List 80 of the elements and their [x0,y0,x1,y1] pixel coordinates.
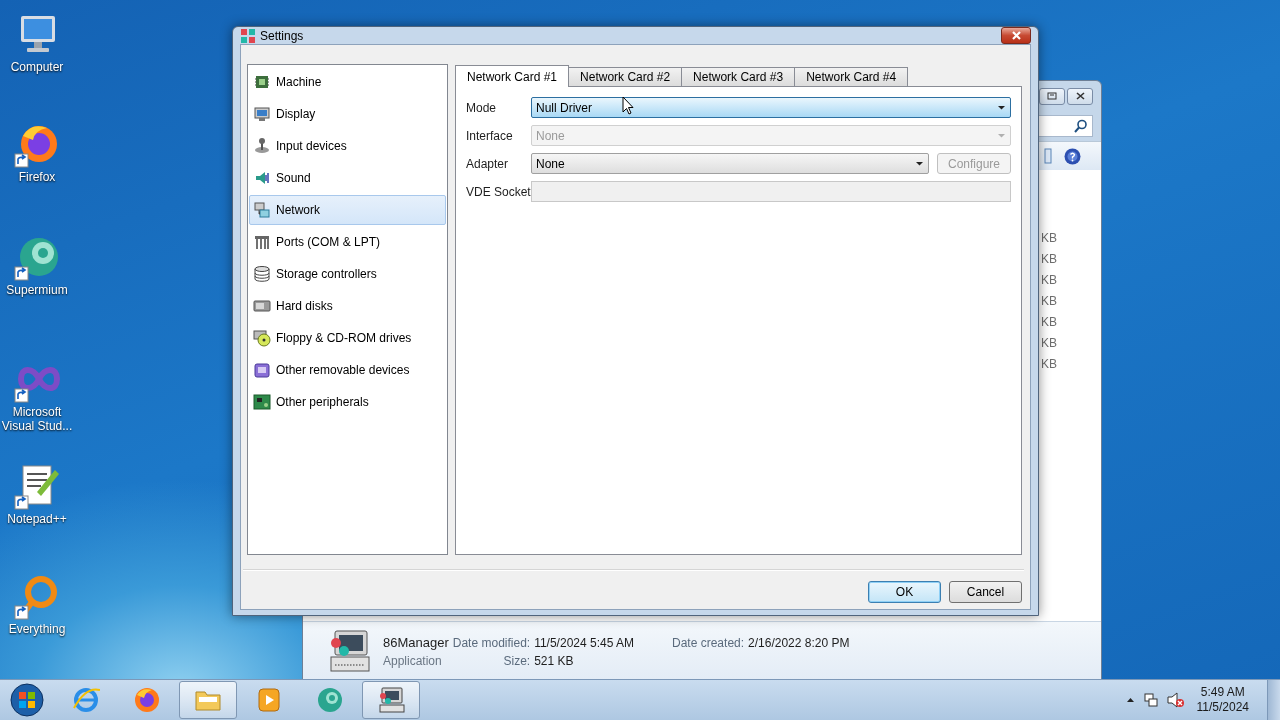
list-item[interactable]: Other removable devices [249,355,446,385]
details-value: 2/16/2022 8:20 PM [748,636,850,650]
notepad-icon[interactable] [13,462,61,510]
tab[interactable]: Network Card #2 [568,67,683,86]
dialog-button[interactable]: OK [868,581,941,603]
details-label: Date created: [672,636,745,650]
list-item[interactable]: Storage controllers [249,259,446,289]
dialog-button[interactable]: Cancel [949,581,1022,603]
tab[interactable]: Network Card #1 [455,65,570,87]
table-cell: KB [1041,356,1057,371]
network-icon [253,201,271,219]
details-label: Size: [502,654,531,668]
close-icon [1075,92,1085,100]
cd-drive-icon [253,329,271,347]
details-value: 11/5/2024 5:45 AM [534,636,634,650]
field-label: Mode [466,100,498,115]
details-label: Date modified: [452,636,531,650]
list-item[interactable]: Machine [249,67,446,97]
list-item[interactable]: Ports (COM & LPT) [249,227,446,257]
browser-icon [316,686,344,714]
list-item[interactable]: Network [249,195,446,225]
caret-icon[interactable] [1125,697,1135,703]
removable-drive-icon [253,361,271,379]
clock-date[interactable]: 11/5/2024 [1196,700,1249,715]
monitor-icon [253,105,271,123]
disk-stack-icon [253,265,271,283]
clock-time[interactable]: 5:49 AM [1200,685,1245,700]
list-item[interactable]: Floppy & CD-ROM drives [249,323,446,353]
file-name: 86Manager [383,635,449,650]
table-cell: KB [1041,335,1057,350]
file-type: Application [383,654,443,668]
help-icon[interactable] [1064,147,1081,165]
table-cell: KB [1041,251,1057,266]
joystick-icon [253,137,271,155]
circuit-board-icon [253,393,271,411]
table-cell: KB [1041,272,1057,287]
media-player-icon [255,686,283,714]
table-cell: KB [1041,230,1057,245]
caret-icon [915,160,924,167]
restore-icon [1047,92,1057,100]
caret-icon [997,132,1006,139]
list-item[interactable]: Display [249,99,446,129]
icon-label[interactable]: Notepad++ [1,512,73,526]
list-item[interactable]: Input devices [249,131,446,161]
chip-icon [253,73,271,91]
close-button[interactable] [1001,27,1031,44]
icon-label[interactable]: Microsoft Visual Stud... [1,405,73,433]
details-value: 521 KB [534,654,575,668]
dropdown[interactable]: Null Driver [531,97,1011,118]
icon-label[interactable]: Firefox [1,170,73,184]
list-item[interactable]: Hard disks [249,291,446,321]
speaker-icon [253,169,271,187]
close-icon [1010,31,1022,40]
caret-icon [997,104,1006,111]
field-label: Interface [466,128,514,143]
app-icon [240,27,256,44]
window-title: Settings [260,28,305,43]
mouse-pointer-icon [622,96,634,115]
dropdown[interactable]: None [531,153,929,174]
network-icon[interactable] [1142,692,1159,708]
taskbar-button[interactable] [362,681,420,719]
port-icon [253,233,271,251]
tab[interactable]: Network Card #3 [681,67,796,86]
tab[interactable]: Network Card #4 [794,67,909,86]
field-label: Adapter [466,156,510,171]
field-label: VDE Socket [466,184,531,199]
speaker-muted-icon[interactable] [1166,692,1185,708]
list-item[interactable]: Other peripherals [249,387,446,417]
icon-label[interactable]: Supermium [1,283,73,297]
list-item[interactable]: Sound [249,163,446,193]
table-cell: KB [1041,293,1057,308]
browser-icon [72,686,100,714]
table-cell: KB [1041,314,1057,329]
computer-app-icon [327,628,371,675]
computer-app-icon [377,686,405,714]
browser-icon [133,686,161,714]
restore-button[interactable] [1039,87,1065,105]
icon-label[interactable]: Computer [1,60,73,74]
close-button[interactable] [1067,87,1093,105]
search-icon[interactable] [1074,119,1088,133]
